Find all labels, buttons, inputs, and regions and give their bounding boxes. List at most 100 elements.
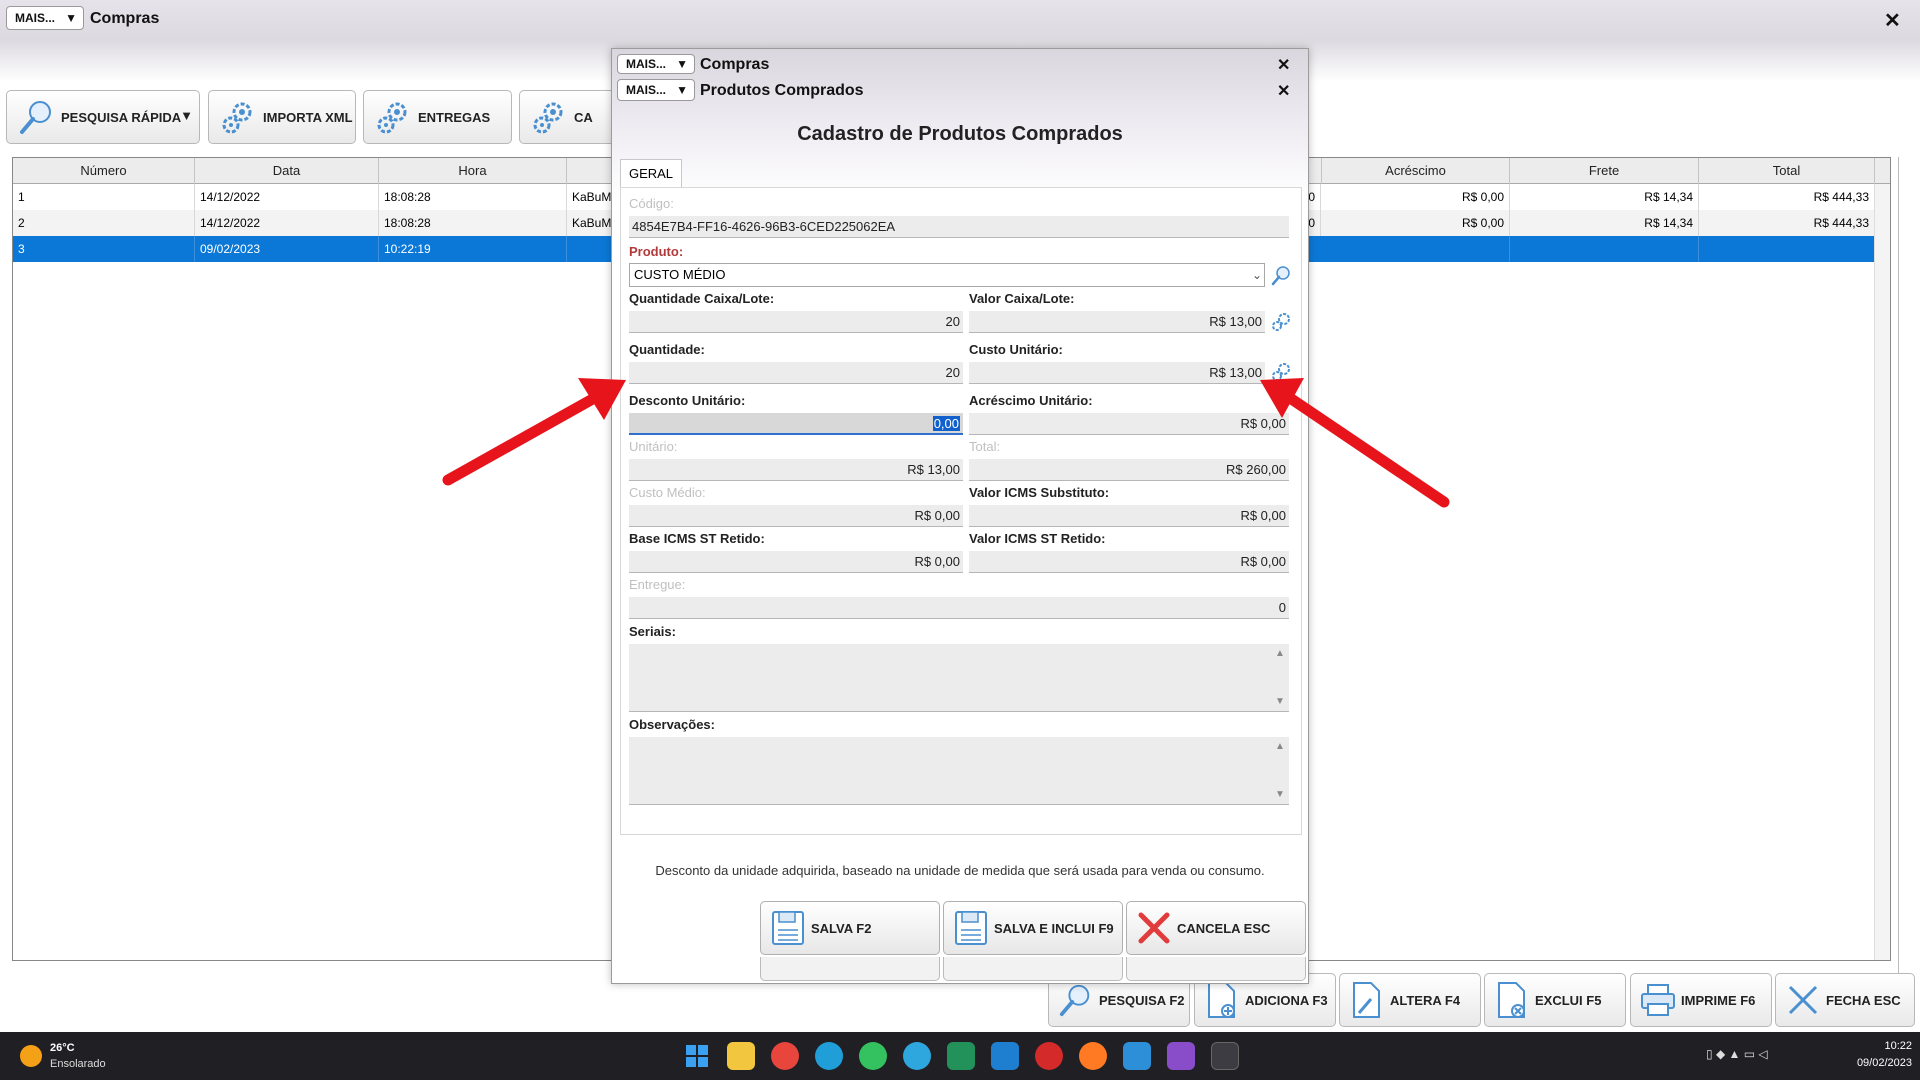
scroll-up-icon[interactable]: ▲ xyxy=(1271,741,1289,752)
weather-temperature: 26°C xyxy=(50,1042,75,1054)
button-shadow xyxy=(1126,957,1306,981)
salva-e-inclui-button[interactable]: SALVA E INCLUI F9 xyxy=(943,901,1123,955)
mais-label: MAIS... xyxy=(626,57,667,71)
seriais-label: Seriais: xyxy=(629,624,676,639)
tab-geral[interactable]: GERAL xyxy=(620,159,682,187)
cancela-label: CANCELA ESC xyxy=(1177,920,1271,936)
video-editor-icon[interactable] xyxy=(1167,1042,1195,1070)
gear-icon[interactable] xyxy=(1269,310,1293,334)
file-explorer-icon[interactable] xyxy=(727,1042,755,1070)
chevron-down-icon[interactable]: ⌄ xyxy=(1252,264,1262,286)
produto-value: CUSTO MÉDIO xyxy=(634,267,726,282)
base-icms-st-field[interactable]: R$ 0,00 xyxy=(629,551,963,573)
gear-icon xyxy=(219,97,259,137)
column-header-frete[interactable]: Frete xyxy=(1510,158,1699,184)
pesquisa-label: PESQUISA F2 xyxy=(1099,992,1185,1008)
close-icon[interactable]: ✕ xyxy=(1884,8,1901,33)
firefox-icon[interactable] xyxy=(1079,1042,1107,1070)
salva-button[interactable]: SALVA F2 xyxy=(760,901,940,955)
cell-frete: R$ 14,34 xyxy=(1510,184,1699,210)
column-header-numero[interactable]: Número xyxy=(13,158,195,184)
system-tray-icons[interactable]: ▯ ◆ ▲ ▭ ◁ xyxy=(1706,1047,1826,1061)
gear-icon[interactable] xyxy=(1269,360,1293,384)
chrome-icon[interactable] xyxy=(771,1042,799,1070)
valor-icms-substituto-label: Valor ICMS Substituto: xyxy=(969,485,1110,500)
fecha-button[interactable]: FECHA ESC xyxy=(1775,973,1915,1027)
window-edge xyxy=(1898,157,1918,1017)
custo-unitario-field[interactable]: R$ 13,00 xyxy=(969,362,1265,384)
mais-menu-button[interactable]: MAIS... ▼ xyxy=(617,79,695,101)
column-header-acrescimo[interactable]: Acréscimo xyxy=(1321,158,1510,184)
gear-icon xyxy=(374,97,414,137)
valor-icms-st-field[interactable]: R$ 0,00 xyxy=(969,551,1289,573)
observacoes-scrollbar[interactable]: ▲ ▼ xyxy=(1271,737,1289,804)
scroll-down-icon[interactable]: ▼ xyxy=(1271,696,1289,707)
mais-menu-button[interactable]: MAIS... ▼ xyxy=(6,6,84,30)
total-label: Total: xyxy=(969,439,1001,454)
search-icon[interactable] xyxy=(1269,263,1293,287)
remote-desktop-icon[interactable] xyxy=(991,1042,1019,1070)
salva-e-inclui-label: SALVA E INCLUI F9 xyxy=(994,920,1114,936)
dialog-title-back: Compras xyxy=(700,56,770,73)
column-header-data[interactable]: Data xyxy=(195,158,379,184)
produto-label: Produto: xyxy=(629,244,684,259)
cancela-button[interactable]: CANCELA ESC xyxy=(1126,901,1306,955)
cell-acrescimo xyxy=(1321,236,1510,262)
whatsapp-icon[interactable] xyxy=(859,1042,887,1070)
chevron-down-icon[interactable]: ▼ xyxy=(180,108,193,123)
start-icon[interactable] xyxy=(683,1042,711,1070)
cell-hora: 10:22:19 xyxy=(379,236,567,262)
button-shadow xyxy=(760,957,940,981)
button-shadow xyxy=(943,957,1123,981)
desconto-unitario-value: 0,00 xyxy=(932,416,960,431)
pesquisa-rapida-button[interactable]: PESQUISA RÁPIDA ▼ xyxy=(6,90,200,144)
desconto-unitario-field[interactable]: 0,00 xyxy=(629,413,963,435)
imprime-button[interactable]: IMPRIME F6 xyxy=(1630,973,1772,1027)
sun-icon[interactable] xyxy=(20,1045,42,1067)
close-icon[interactable]: ✕ xyxy=(1277,55,1290,75)
partial-toolbar-label: CA xyxy=(574,109,593,125)
importa-xml-button[interactable]: IMPORTA XML xyxy=(208,90,356,144)
custo-medio-field: R$ 0,00 xyxy=(629,505,963,527)
acrescimo-unitario-field[interactable]: R$ 0,00 xyxy=(969,413,1289,435)
entregas-button[interactable]: ENTREGAS xyxy=(363,90,512,144)
edge-icon[interactable] xyxy=(815,1042,843,1070)
observacoes-textarea[interactable]: ▲ ▼ xyxy=(629,737,1289,805)
clock-date[interactable]: 09/02/2023 xyxy=(1832,1057,1912,1069)
unitario-field: R$ 13,00 xyxy=(629,459,963,481)
produto-select[interactable]: CUSTO MÉDIO ⌄ xyxy=(629,263,1265,287)
quantidade-field[interactable]: 20 xyxy=(629,362,963,384)
seriais-scrollbar[interactable]: ▲ ▼ xyxy=(1271,644,1289,711)
printer-icon xyxy=(1639,980,1677,1020)
mais-menu-button[interactable]: MAIS... ▼ xyxy=(617,54,695,74)
grid-scrollbar[interactable] xyxy=(1874,184,1890,960)
erp-app-icon[interactable] xyxy=(1211,1042,1239,1070)
seriais-textarea[interactable]: ▲ ▼ xyxy=(629,644,1289,712)
valor-icms-substituto-field[interactable]: R$ 0,00 xyxy=(969,505,1289,527)
exclui-button[interactable]: EXCLUI F5 xyxy=(1484,973,1626,1027)
cancel-x-icon xyxy=(1135,908,1173,948)
app-icon[interactable] xyxy=(1035,1042,1063,1070)
quantidade-caixa-label: Quantidade Caixa/Lote: xyxy=(629,291,775,306)
scroll-up-icon[interactable]: ▲ xyxy=(1271,648,1289,659)
scroll-down-icon[interactable]: ▼ xyxy=(1271,789,1289,800)
dropdown-arrow-icon: ▼ xyxy=(676,83,688,97)
valor-caixa-label: Valor Caixa/Lote: xyxy=(969,291,1075,306)
spreadsheet-icon[interactable] xyxy=(947,1042,975,1070)
altera-button[interactable]: ALTERA F4 xyxy=(1339,973,1481,1027)
custo-unitario-label: Custo Unitário: xyxy=(969,342,1063,357)
notepad-icon[interactable] xyxy=(1123,1042,1151,1070)
entregas-label: ENTREGAS xyxy=(418,109,491,125)
telegram-icon[interactable] xyxy=(903,1042,931,1070)
column-header-total[interactable]: Total xyxy=(1699,158,1875,184)
valor-icms-st-label: Valor ICMS ST Retido: xyxy=(969,531,1106,546)
floppy-disk-icon xyxy=(769,908,807,948)
valor-caixa-field[interactable]: R$ 13,00 xyxy=(969,311,1265,333)
clock-time[interactable]: 10:22 xyxy=(1832,1040,1912,1052)
column-header-hora[interactable]: Hora xyxy=(379,158,567,184)
close-icon[interactable]: ✕ xyxy=(1277,81,1290,101)
cell-total: R$ 444,33 xyxy=(1699,210,1875,236)
cell-hora: 18:08:28 xyxy=(379,210,567,236)
taskbar: 26°C Ensolarado ▯ ◆ ▲ ▭ ◁ 10:22 09/02/20… xyxy=(0,1032,1920,1080)
quantidade-caixa-field[interactable]: 20 xyxy=(629,311,963,333)
